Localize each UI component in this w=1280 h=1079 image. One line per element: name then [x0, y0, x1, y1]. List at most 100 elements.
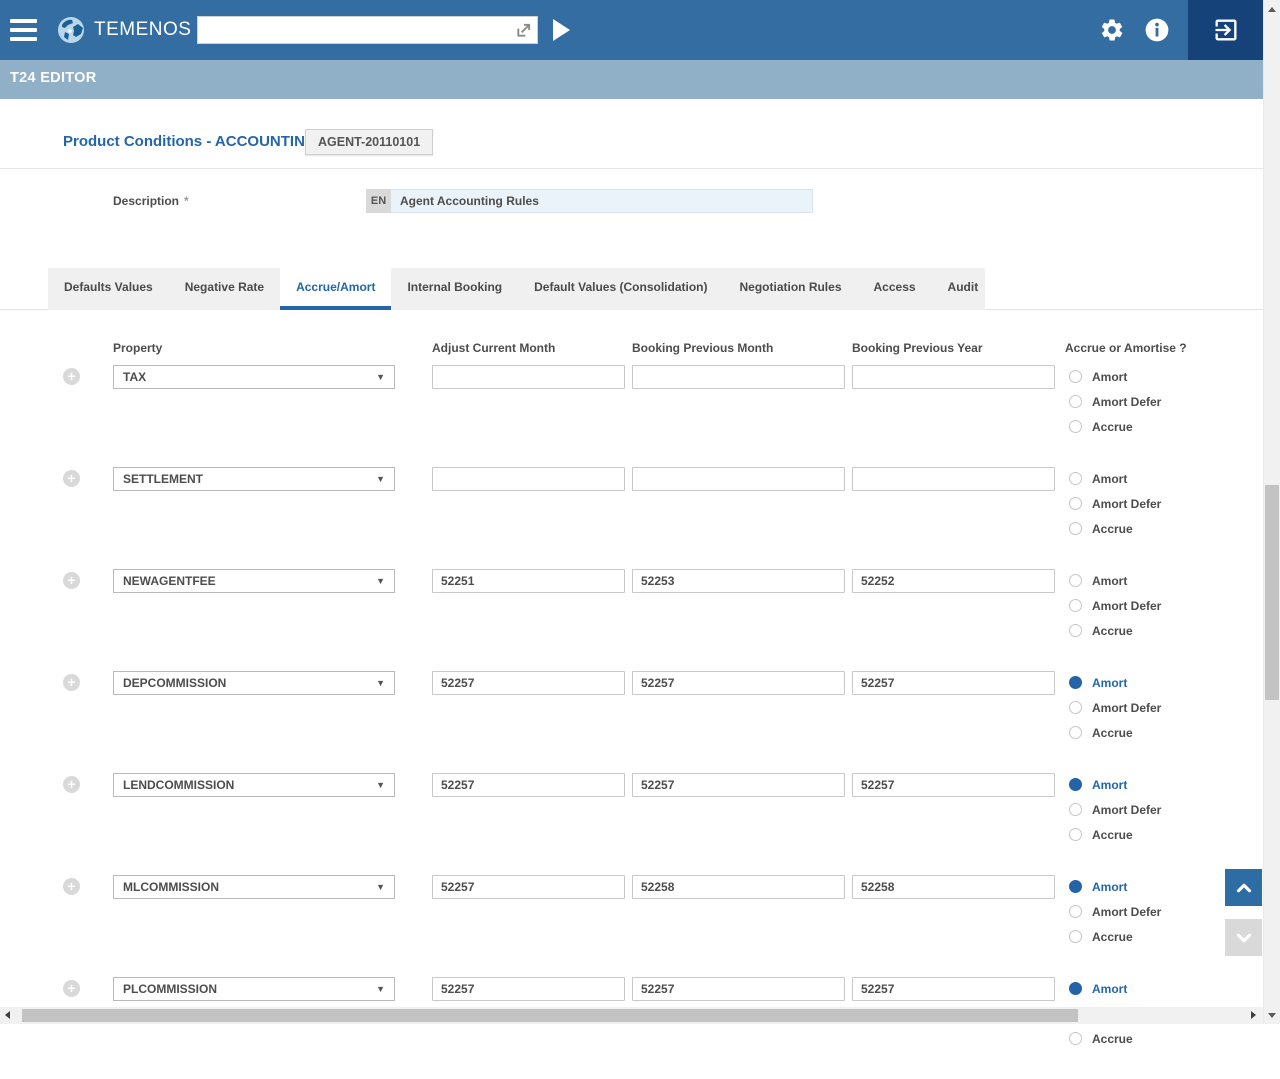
tab-internal-booking[interactable]: Internal Booking [391, 268, 518, 310]
launch-icon[interactable] [515, 22, 532, 39]
booking-previous-month-input[interactable] [632, 671, 845, 695]
radio-option-accrue[interactable]: Accrue [1069, 726, 1161, 739]
add-row-button[interactable]: + [63, 470, 80, 487]
info-icon[interactable] [1144, 17, 1170, 43]
radio-option-amort[interactable]: Amort [1069, 880, 1161, 893]
radio-option-accrue[interactable]: Accrue [1069, 420, 1161, 433]
booking-previous-month-input[interactable] [632, 773, 845, 797]
add-row-button[interactable]: + [63, 776, 80, 793]
tab-access[interactable]: Access [858, 268, 932, 310]
radio-accrue-input[interactable] [1069, 420, 1082, 433]
radio-amort-defer-input[interactable] [1069, 395, 1082, 408]
property-select[interactable]: DEPCOMMISSION ▼ [113, 671, 395, 695]
radio-accrue-input[interactable] [1069, 1032, 1082, 1045]
tab-defaults-values[interactable]: Defaults Values [48, 268, 169, 310]
description-input[interactable] [391, 189, 813, 213]
radio-option-amort-defer[interactable]: Amort Defer [1069, 905, 1161, 918]
menu-icon[interactable] [10, 19, 37, 41]
property-select[interactable]: TAX ▼ [113, 365, 395, 389]
radio-amort-defer-input[interactable] [1069, 497, 1082, 510]
radio-option-accrue[interactable]: Accrue [1069, 930, 1161, 943]
radio-option-amort[interactable]: Amort [1069, 982, 1161, 995]
radio-amort-input[interactable] [1069, 370, 1082, 383]
booking-previous-year-input[interactable] [852, 467, 1055, 491]
radio-amort-input[interactable] [1069, 676, 1082, 689]
adjust-current-month-input[interactable] [432, 365, 625, 389]
radio-accrue-input[interactable] [1069, 522, 1082, 535]
tab-negative-rate[interactable]: Negative Rate [169, 268, 280, 310]
radio-accrue-input[interactable] [1069, 726, 1082, 739]
property-select[interactable]: LENDCOMMISSION ▼ [113, 773, 395, 797]
radio-amort-defer-input[interactable] [1069, 599, 1082, 612]
vertical-scrollbar-thumb[interactable] [1265, 485, 1279, 700]
radio-option-amort-defer[interactable]: Amort Defer [1069, 701, 1161, 714]
radio-option-amort[interactable]: Amort [1069, 574, 1161, 587]
add-row-button[interactable]: + [63, 878, 80, 895]
scrollbar-down-arrow[interactable] [1268, 1013, 1276, 1018]
radio-amort-input[interactable] [1069, 880, 1082, 893]
booking-previous-year-input[interactable] [852, 569, 1055, 593]
radio-option-amort-defer[interactable]: Amort Defer [1069, 599, 1161, 612]
tab-audit[interactable]: Audit [932, 268, 995, 310]
radio-accrue-input[interactable] [1069, 828, 1082, 841]
booking-previous-month-input[interactable] [632, 467, 845, 491]
adjust-current-month-input[interactable] [432, 875, 625, 899]
tab-negotiation-rules[interactable]: Negotiation Rules [723, 268, 857, 310]
radio-amort-input[interactable] [1069, 472, 1082, 485]
scroll-to-top-button[interactable] [1225, 869, 1262, 906]
adjust-current-month-input[interactable] [432, 773, 625, 797]
booking-previous-year-input[interactable] [852, 671, 1055, 695]
booking-previous-year-input[interactable] [852, 365, 1055, 389]
radio-option-amort[interactable]: Amort [1069, 676, 1161, 689]
booking-previous-year-input[interactable] [852, 875, 1055, 899]
adjust-current-month-input[interactable] [432, 671, 625, 695]
radio-option-accrue[interactable]: Accrue [1069, 828, 1161, 841]
booking-previous-year-input[interactable] [852, 773, 1055, 797]
radio-option-accrue[interactable]: Accrue [1069, 1032, 1161, 1045]
radio-amort-defer-input[interactable] [1069, 803, 1082, 816]
booking-previous-year-input[interactable] [852, 977, 1055, 1001]
horizontal-scrollbar[interactable] [0, 1007, 1263, 1024]
booking-previous-month-input[interactable] [632, 977, 845, 1001]
property-select[interactable]: PLCOMMISSION ▼ [113, 977, 395, 1001]
add-row-button[interactable]: + [63, 980, 80, 997]
settings-gear-icon[interactable] [1099, 17, 1125, 43]
radio-option-amort-defer[interactable]: Amort Defer [1069, 497, 1161, 510]
radio-amort-input[interactable] [1069, 982, 1082, 995]
scroll-to-bottom-button[interactable] [1225, 919, 1262, 956]
scrollbar-left-arrow[interactable] [5, 1011, 10, 1019]
radio-accrue-input[interactable] [1069, 624, 1082, 637]
radio-option-amort[interactable]: Amort [1069, 370, 1161, 383]
radio-option-amort[interactable]: Amort [1069, 472, 1161, 485]
radio-amort-input[interactable] [1069, 574, 1082, 587]
property-select[interactable]: MLCOMMISSION ▼ [113, 875, 395, 899]
radio-amort-defer-input[interactable] [1069, 905, 1082, 918]
radio-accrue-input[interactable] [1069, 930, 1082, 943]
adjust-current-month-input[interactable] [432, 467, 625, 491]
adjust-current-month-input[interactable] [432, 569, 625, 593]
radio-option-amort-defer[interactable]: Amort Defer [1069, 803, 1161, 816]
vertical-scrollbar[interactable] [1263, 0, 1280, 1024]
go-icon[interactable] [553, 19, 570, 41]
tab-accrue-amort[interactable]: Accrue/Amort [280, 268, 391, 310]
radio-option-accrue[interactable]: Accrue [1069, 624, 1161, 637]
adjust-current-month-input[interactable] [432, 977, 625, 1001]
tab-default-values-consolidation[interactable]: Default Values (Consolidation) [518, 268, 723, 310]
booking-previous-month-input[interactable] [632, 365, 845, 389]
radio-amort-defer-input[interactable] [1069, 701, 1082, 714]
property-select[interactable]: NEWAGENTFEE ▼ [113, 569, 395, 593]
add-row-button[interactable]: + [63, 674, 80, 691]
logout-button[interactable] [1188, 0, 1263, 60]
property-select[interactable]: SETTLEMENT ▼ [113, 467, 395, 491]
search-input[interactable] [198, 17, 515, 43]
radio-option-accrue[interactable]: Accrue [1069, 522, 1161, 535]
radio-option-amort-defer[interactable]: Amort Defer [1069, 395, 1161, 408]
radio-amort-input[interactable] [1069, 778, 1082, 791]
booking-previous-month-input[interactable] [632, 569, 845, 593]
add-row-button[interactable]: + [63, 368, 80, 385]
radio-option-amort[interactable]: Amort [1069, 778, 1161, 791]
add-row-button[interactable]: + [63, 572, 80, 589]
scrollbar-up-arrow[interactable] [1268, 7, 1276, 12]
scrollbar-right-arrow[interactable] [1251, 1011, 1256, 1019]
horizontal-scrollbar-thumb[interactable] [22, 1009, 1078, 1022]
